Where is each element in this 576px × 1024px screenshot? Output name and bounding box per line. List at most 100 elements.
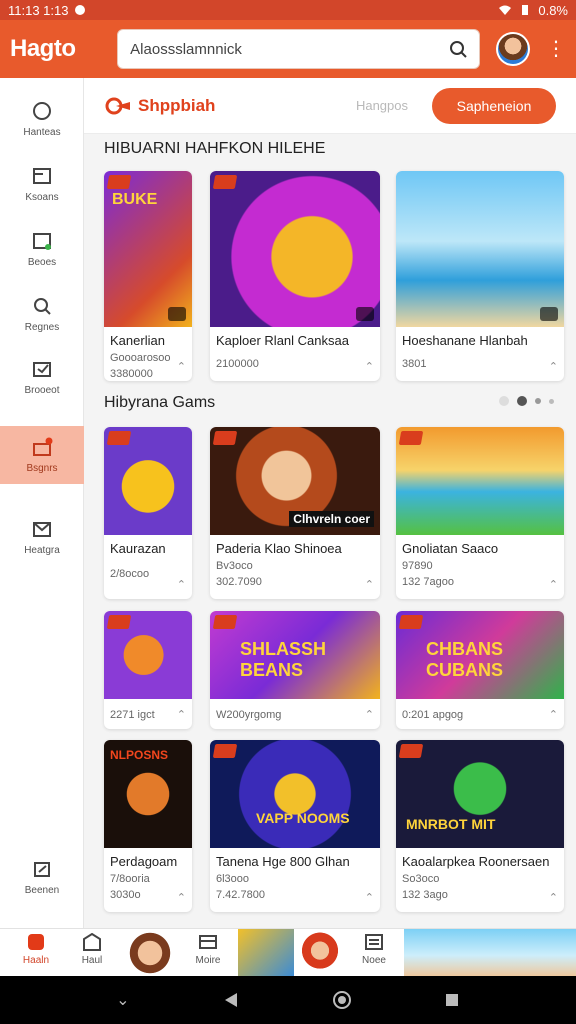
top-nav: Shppbiah Hangpos Sapheneion xyxy=(84,78,576,134)
chevron-up-icon[interactable]: ⌃ xyxy=(365,708,374,721)
hot-badge xyxy=(212,431,238,445)
game-meta: So3oco xyxy=(402,873,440,885)
game-meta: 97890 xyxy=(402,560,433,572)
bottom-nav-item-haul[interactable]: Haul xyxy=(62,933,122,966)
shield-icon xyxy=(83,933,101,951)
hot-badge xyxy=(212,615,238,629)
chevron-up-icon[interactable]: ⌃ xyxy=(177,891,186,904)
sidebar-item-beoes[interactable]: Beoes xyxy=(0,220,84,278)
more-vert-icon[interactable]: ⋮ xyxy=(546,39,566,59)
sidebar-item-label: Beoes xyxy=(27,256,57,268)
game-title: Gnoliatan Saaco xyxy=(402,541,499,556)
game-card[interactable]: Hoeshanane Hlanbah 3801 ⌃ xyxy=(396,171,564,381)
sidebar-item-ksoans[interactable]: Ksoans xyxy=(0,155,84,213)
game-card[interactable]: NLPOSNS Perdagoam 7/8ooria 3030o ⌃ xyxy=(104,740,192,912)
collapse-icon[interactable]: ⌄ xyxy=(116,990,129,1010)
search-person-icon xyxy=(34,297,51,315)
bottom-nav-item-home[interactable]: Haaln xyxy=(6,933,66,966)
chevron-up-icon[interactable]: ⌃ xyxy=(365,360,374,373)
chevron-up-icon[interactable]: ⌃ xyxy=(549,891,558,904)
recents-icon[interactable] xyxy=(444,992,460,1008)
game-card[interactable]: BUKE Kanerlian Goooarosoo 3380000 ⌃ xyxy=(104,171,192,381)
game-thumbnail xyxy=(396,427,564,535)
avatar[interactable] xyxy=(496,32,530,66)
game-thumbnail: Clhvreln coer xyxy=(210,427,380,535)
chevron-up-icon[interactable]: ⌃ xyxy=(177,708,186,721)
bottom-nav-label: Haul xyxy=(81,955,103,966)
pager-dots[interactable] xyxy=(499,396,554,406)
chevron-up-icon[interactable]: ⌃ xyxy=(177,578,186,591)
thumb-label: BUKE xyxy=(112,191,158,208)
game-card[interactable]: Clhvreln coer Paderia Klao Shinoea Bv3oc… xyxy=(210,427,380,599)
game-card[interactable]: Gnoliatan Saaco 97890 132 7agoo ⌃ xyxy=(396,427,564,599)
chevron-up-icon[interactable]: ⌃ xyxy=(549,708,558,721)
dot-icon xyxy=(517,396,527,406)
game-card[interactable]: VAPP NOOMS Tanena Hge 800 Glhan 6l3ooo 7… xyxy=(210,740,380,912)
brand[interactable]: Shppbiah xyxy=(104,96,215,116)
game-meta-2: 302.7090 xyxy=(216,576,262,588)
game-card[interactable]: 2271 igct ⌃ xyxy=(104,611,192,729)
sidebar-item-label: Ksoans xyxy=(25,191,59,203)
game-card[interactable]: MNRBOT MIT Kaoalarpkea Roonersaen So3oco… xyxy=(396,740,564,912)
thumb-label: SHLASSH BEANS xyxy=(240,639,327,680)
home-icon xyxy=(28,934,44,950)
app-bar: Hagto Alaossslamnnick ⋮ xyxy=(0,20,576,78)
primary-action-button[interactable]: Sapheneion xyxy=(432,87,556,124)
chevron-up-icon[interactable]: ⌃ xyxy=(365,891,374,904)
brand-logo-icon xyxy=(105,97,130,114)
promo-banner[interactable] xyxy=(404,929,576,977)
game-meta: Bv3oco xyxy=(216,560,253,572)
hot-badge xyxy=(106,175,132,189)
sidebar-item-brooeot[interactable]: Brooeot xyxy=(0,348,84,406)
nav-link[interactable]: Hangpos xyxy=(356,98,408,113)
hot-badge xyxy=(398,615,424,629)
game-meta: 7/8ooria xyxy=(110,873,150,885)
chevron-up-icon[interactable]: ⌃ xyxy=(549,360,558,373)
sidebar-item-regnes[interactable]: Regnes xyxy=(0,285,84,343)
sidebar-item-bsgnrs[interactable]: Bsgnrs xyxy=(0,426,84,484)
game-meta-2: 132 3ago xyxy=(402,889,448,901)
sidebar-item-beenen[interactable]: Beenen xyxy=(0,848,84,906)
promo-image[interactable] xyxy=(118,929,182,977)
thumb-label: CHBANS CUBANS xyxy=(426,639,504,680)
info-badge xyxy=(540,307,558,321)
search-input[interactable]: Alaossslamnnick xyxy=(117,29,481,69)
game-thumbnail xyxy=(104,427,192,535)
box-icon xyxy=(33,167,51,184)
game-title: Kanerlian xyxy=(110,333,165,348)
game-card[interactable]: SHLASSH BEANS W200yrgomg ⌃ xyxy=(210,611,380,729)
game-title: Tanena Hge 800 Glhan xyxy=(216,854,350,869)
gift-icon xyxy=(33,437,53,456)
search-text: Alaossslamnnick xyxy=(130,40,242,58)
wifi-icon xyxy=(499,5,512,15)
bottom-nav-item-moire[interactable]: Moire xyxy=(178,933,238,966)
game-card[interactable]: CHBANS CUBANS 0:201 apgog ⌃ xyxy=(396,611,564,729)
chevron-up-icon[interactable]: ⌃ xyxy=(177,360,186,373)
thumb-label: VAPP NOOMS xyxy=(256,810,350,826)
sidebar-item-heatgra[interactable]: Heatgra xyxy=(0,508,84,566)
chevron-up-icon[interactable]: ⌃ xyxy=(549,578,558,591)
section-title: HIBUARNI HAHFKON HILEHE xyxy=(104,140,326,157)
hot-badge xyxy=(106,431,132,445)
chevron-up-icon[interactable]: ⌃ xyxy=(365,578,374,591)
back-icon[interactable] xyxy=(222,991,240,1009)
game-card[interactable]: Kaploer Rlanl Canksaa 2100000 ⌃ xyxy=(210,171,380,381)
sidebar-item-label: Bsgnrs xyxy=(26,462,58,474)
promo-image[interactable] xyxy=(238,929,294,977)
home-button-icon[interactable] xyxy=(332,990,352,1010)
signal-icon xyxy=(522,5,529,15)
status-time: 11:13 1:13 xyxy=(8,2,69,18)
hot-badge xyxy=(106,615,132,629)
sidebar: Hanteas Ksoans Beoes Regnes Brooeot Bsgn… xyxy=(0,78,84,928)
search-icon[interactable] xyxy=(449,40,467,58)
bottom-nav-label: Noee xyxy=(362,955,386,966)
sidebar-item-hanteas[interactable]: Hanteas xyxy=(0,90,84,148)
promo-image[interactable] xyxy=(296,929,344,977)
bottom-nav-item-noee[interactable]: Noee xyxy=(344,933,404,966)
game-thumbnail: BUKE xyxy=(104,171,192,327)
app-logo[interactable]: Hagto xyxy=(10,35,105,63)
sidebar-item-label: Beenen xyxy=(24,884,60,896)
sidebar-item-label: Brooeot xyxy=(24,384,60,396)
game-thumbnail: SHLASSH BEANS xyxy=(210,611,380,699)
game-card[interactable]: Kaurazan 2/8ocoo ⌃ xyxy=(104,427,192,599)
